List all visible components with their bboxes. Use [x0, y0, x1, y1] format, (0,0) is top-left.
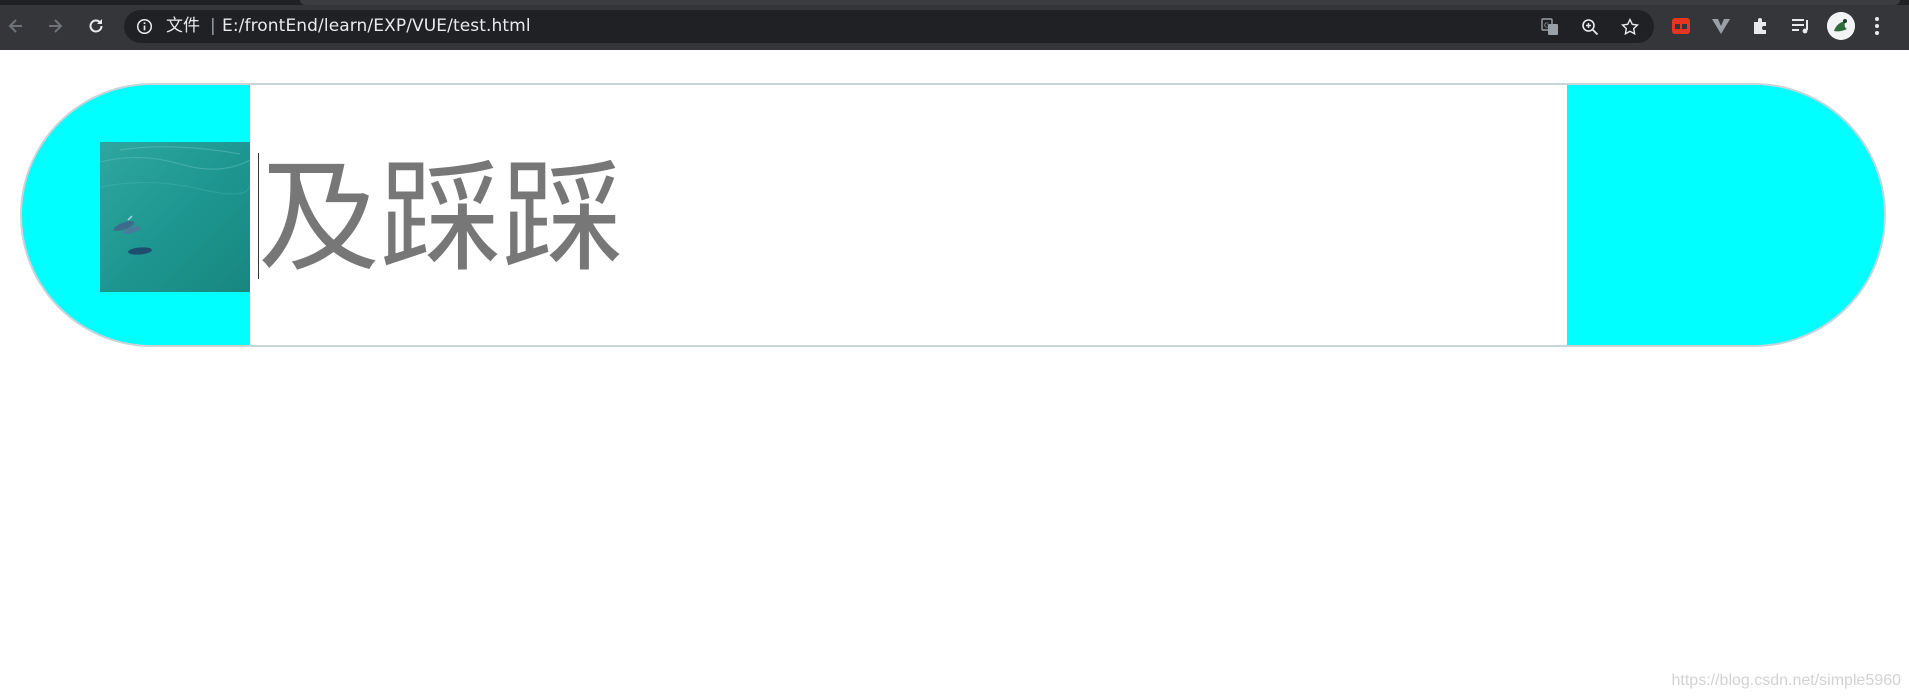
reload-icon	[89, 19, 103, 33]
back-arrow-icon	[8, 19, 22, 33]
pill-container: 及踩踩	[20, 83, 1886, 347]
puzzle-icon[interactable]	[1750, 15, 1772, 37]
zoom-icon[interactable]	[1581, 18, 1599, 36]
extension-red-icon[interactable]	[1670, 15, 1692, 37]
active-tab-edge[interactable]	[300, 0, 1900, 5]
profile-avatar-icon	[1827, 12, 1855, 40]
forward-button[interactable]	[41, 12, 69, 40]
address-bar[interactable]: 文件 | E:/frontEnd/learn/EXP/VUE/test.html…	[124, 10, 1654, 43]
browser-toolbar: 文件 | E:/frontEnd/learn/EXP/VUE/test.html…	[0, 0, 1909, 50]
reload-button[interactable]	[82, 12, 110, 40]
star-icon[interactable]	[1621, 18, 1639, 36]
scheme-separator: |	[210, 16, 216, 36]
editable-text[interactable]: 及踩踩	[258, 143, 624, 293]
translate-icon[interactable]: G	[1541, 18, 1559, 36]
svg-text:G: G	[1544, 22, 1549, 30]
avatar[interactable]	[1827, 12, 1855, 40]
extension-v-icon[interactable]	[1710, 15, 1732, 37]
watermark: https://blog.csdn.net/simple5960	[1671, 672, 1901, 689]
back-button[interactable]	[2, 12, 30, 40]
scheme-label: 文件	[166, 16, 200, 36]
dolphins-photo	[100, 142, 250, 292]
url-text[interactable]: E:/frontEnd/learn/EXP/VUE/test.html	[222, 16, 531, 37]
reading-list-icon[interactable]	[1790, 15, 1812, 37]
kebab-menu-icon[interactable]	[1872, 15, 1882, 37]
forward-arrow-icon	[49, 19, 63, 33]
sea-image	[100, 142, 250, 292]
tab-strip	[0, 0, 1909, 5]
info-icon[interactable]	[136, 18, 153, 35]
